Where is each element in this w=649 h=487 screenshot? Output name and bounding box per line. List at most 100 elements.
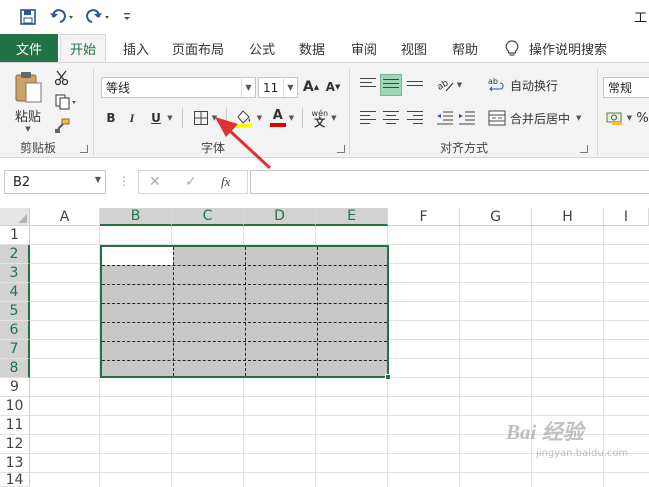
column-header-h[interactable]: H xyxy=(532,208,604,226)
align-top-button[interactable] xyxy=(357,74,379,96)
name-box[interactable]: B2 ▼ xyxy=(4,170,106,194)
format-painter-icon[interactable] xyxy=(52,117,72,135)
number-format-combo[interactable]: 常规 xyxy=(603,77,649,98)
font-launcher[interactable] xyxy=(337,145,345,153)
chevron-down-icon: ▼ xyxy=(283,78,297,97)
tab-view[interactable]: 视图 xyxy=(392,34,436,62)
row-header-6[interactable]: 6 xyxy=(0,321,30,340)
active-cell[interactable] xyxy=(102,247,173,265)
row-header-10[interactable]: 10 xyxy=(0,397,30,416)
clipboard-launcher[interactable] xyxy=(80,145,88,153)
tab-review[interactable]: 审阅 xyxy=(342,34,386,62)
redo-icon[interactable] xyxy=(84,8,114,26)
row-header-9[interactable]: 9 xyxy=(0,378,30,397)
row-header-12[interactable]: 12 xyxy=(0,435,30,454)
watermark-logo: Bai 经验 jingyan.baidu.com xyxy=(506,420,629,459)
increase-indent-button[interactable] xyxy=(456,107,478,129)
underline-button[interactable]: U xyxy=(148,108,164,128)
border-button[interactable]: ▼ xyxy=(188,108,222,128)
copy-icon[interactable] xyxy=(52,93,80,111)
tab-formulas[interactable]: 公式 xyxy=(240,34,284,62)
merge-center-icon xyxy=(488,110,506,126)
tab-home[interactable]: 开始 xyxy=(60,34,106,62)
grow-font-button[interactable]: A ▲ xyxy=(302,77,320,97)
font-name-combo[interactable]: 等线 ▼ xyxy=(101,77,256,98)
italic-button[interactable]: I xyxy=(124,108,140,128)
row-header-8[interactable]: 8 xyxy=(0,359,30,378)
underline-dropdown[interactable]: ▼ xyxy=(165,108,175,128)
font-color-button[interactable]: A ▼ xyxy=(266,107,298,129)
row-header-3[interactable]: 3 xyxy=(0,264,30,283)
font-size-combo[interactable]: 11 ▼ xyxy=(258,77,298,98)
number-format-value: 常规 xyxy=(608,81,633,95)
shrink-font-button[interactable]: A ▼ xyxy=(324,77,342,97)
alignment-group-label: 对齐方式 xyxy=(440,141,489,155)
decrease-indent-icon xyxy=(437,111,453,125)
selected-range[interactable] xyxy=(100,245,389,378)
cancel-icon[interactable]: ✕ xyxy=(149,174,161,190)
insert-function-icon[interactable]: fx xyxy=(221,174,230,190)
orientation-button[interactable]: ab ▼ xyxy=(432,74,466,96)
accounting-format-button[interactable]: ▼ xyxy=(604,107,634,129)
align-bottom-button[interactable] xyxy=(404,74,426,96)
align-left-button[interactable] xyxy=(357,107,379,129)
save-icon[interactable] xyxy=(18,8,38,26)
row-header-2[interactable]: 2 xyxy=(0,245,30,264)
tab-page-layout[interactable]: 页面布局 xyxy=(166,34,230,62)
window-title: 工 xyxy=(633,11,647,26)
tab-file[interactable]: 文件 xyxy=(0,34,58,62)
font-size-value: 11 xyxy=(263,80,279,95)
merge-center-button[interactable]: 合并后居中 ▼ xyxy=(488,107,592,129)
formula-bar: B2 ▼ ⋮ ✕ ✓ fx xyxy=(0,158,649,208)
row-header-14[interactable]: 14 xyxy=(0,472,30,487)
paste-button[interactable]: 粘贴 ▼ xyxy=(8,69,48,133)
percent-button[interactable]: % xyxy=(636,107,649,129)
customize-qat-icon[interactable] xyxy=(120,8,134,26)
align-middle-button[interactable] xyxy=(380,74,402,96)
ribbon-tabs: 文件 开始 插入 页面布局 公式 数据 审阅 视图 帮助 操作说明搜索 xyxy=(0,34,649,62)
row-header-1[interactable]: 1 xyxy=(0,226,30,245)
row-header-7[interactable]: 7 xyxy=(0,340,30,359)
wrap-text-button[interactable]: ab 自动换行 xyxy=(488,74,566,96)
alignment-launcher[interactable] xyxy=(580,145,588,153)
row-header-4[interactable]: 4 xyxy=(0,283,30,302)
decrease-indent-button[interactable] xyxy=(434,107,456,129)
row-header-11[interactable]: 11 xyxy=(0,416,30,435)
formula-bar-more-icon: ⋮ xyxy=(118,174,130,188)
column-header-a[interactable]: A xyxy=(30,208,100,226)
column-header-g[interactable]: G xyxy=(460,208,532,226)
column-header-b[interactable]: B xyxy=(100,208,172,226)
bold-button[interactable]: B xyxy=(103,108,119,128)
clipboard-group-label: 剪贴板 xyxy=(20,141,57,155)
column-header-c[interactable]: C xyxy=(172,208,244,226)
fill-handle[interactable] xyxy=(385,374,391,380)
column-header-e[interactable]: E xyxy=(316,208,388,226)
tab-help[interactable]: 帮助 xyxy=(443,34,487,62)
fill-color-button[interactable]: ▼ xyxy=(232,107,264,129)
tab-data[interactable]: 数据 xyxy=(290,34,334,62)
row-header-13[interactable]: 13 xyxy=(0,454,30,473)
tell-me-search[interactable]: 操作说明搜索 xyxy=(505,34,607,62)
phonetic-guide-button[interactable]: wén 文 ▼ xyxy=(306,107,342,129)
chevron-down-icon: ▼ xyxy=(94,175,101,184)
formula-buttons: ✕ ✓ fx xyxy=(138,170,248,194)
column-header-f[interactable]: F xyxy=(388,208,460,226)
quick-access-toolbar: 工 xyxy=(0,0,649,34)
align-center-button[interactable] xyxy=(380,107,402,129)
enter-icon[interactable]: ✓ xyxy=(185,174,197,190)
tab-insert[interactable]: 插入 xyxy=(114,34,158,62)
phonetic-icon: wén 文 xyxy=(311,109,329,129)
undo-icon[interactable] xyxy=(48,8,78,26)
formula-input[interactable] xyxy=(250,170,649,194)
column-header-i[interactable]: I xyxy=(604,208,649,226)
row-header-5[interactable]: 5 xyxy=(0,302,30,321)
font-color-icon: A xyxy=(269,109,286,127)
accounting-icon xyxy=(606,112,622,125)
align-right-button[interactable] xyxy=(404,107,426,129)
lightbulb-icon xyxy=(505,40,519,56)
svg-text:ab: ab xyxy=(488,77,498,86)
name-box-value: B2 xyxy=(13,174,31,190)
select-all-button[interactable] xyxy=(0,208,30,226)
cut-icon[interactable] xyxy=(52,69,72,87)
column-header-d[interactable]: D xyxy=(244,208,316,226)
